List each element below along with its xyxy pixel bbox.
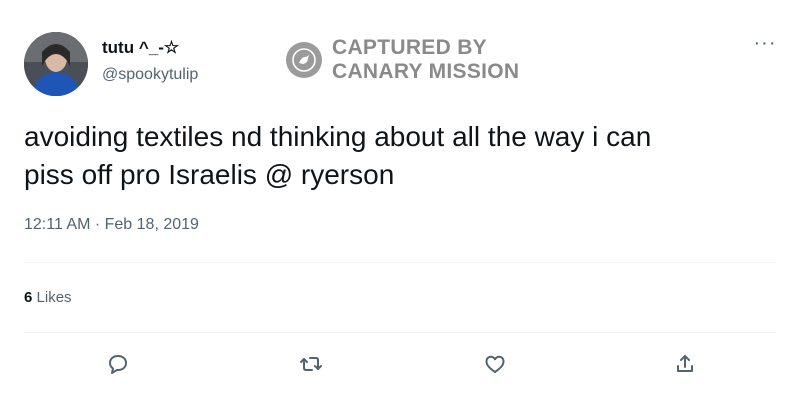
user-handle[interactable]: @spookytulip: [102, 66, 198, 84]
watermark-line-2: CANARY MISSION: [332, 60, 520, 83]
reply-icon[interactable]: [104, 350, 132, 378]
more-horizontal-icon[interactable]: ···: [752, 33, 778, 56]
tweet-timestamp[interactable]: 12:11 AM · Feb 18, 2019: [24, 216, 199, 234]
tweet-card: tutu ^_-☆ @spookytulip CAPTURED BY CANAR…: [0, 0, 800, 398]
retweet-icon[interactable]: [297, 350, 325, 378]
tweet-text-line-2: piss off pro Israelis @ ryerson: [24, 159, 395, 190]
avatar[interactable]: [24, 32, 88, 96]
canary-mission-watermark: CAPTURED BY CANARY MISSION: [286, 36, 519, 84]
like-icon[interactable]: [481, 350, 509, 378]
display-name[interactable]: tutu ^_-☆: [102, 38, 179, 58]
likes-count: 6: [24, 289, 33, 306]
share-icon[interactable]: [671, 350, 699, 378]
divider: [24, 332, 776, 333]
divider: [24, 262, 776, 263]
likes-label: Likes: [36, 289, 72, 306]
watermark-line-1: CAPTURED BY: [332, 36, 487, 59]
tweet-text: avoiding textiles nd thinking about all …: [24, 118, 764, 194]
tweet-text-line-1: avoiding textiles nd thinking about all …: [24, 121, 652, 152]
bird-logo-icon: [286, 42, 322, 78]
likes-stat[interactable]: 6 Likes: [24, 289, 72, 306]
